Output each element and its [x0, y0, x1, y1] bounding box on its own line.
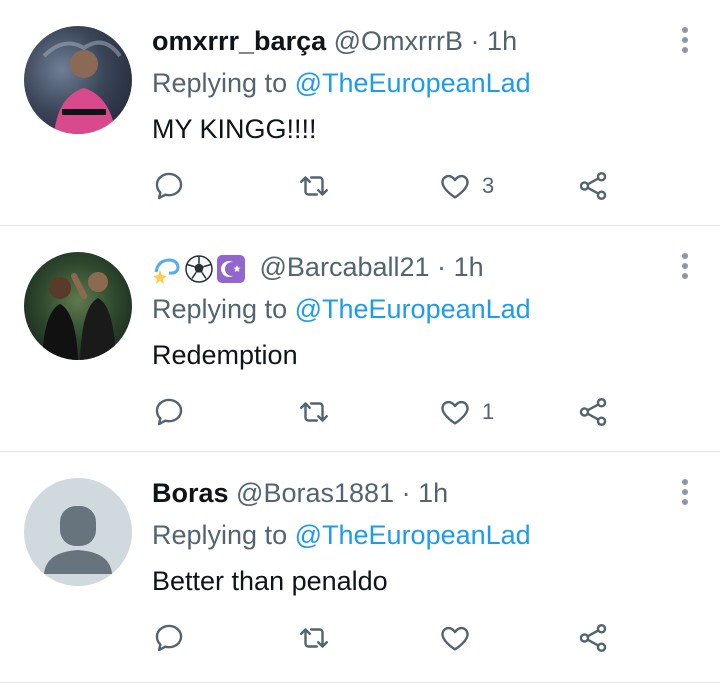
- retweet-icon: [300, 628, 328, 648]
- retweet-button[interactable]: [296, 166, 332, 206]
- replying-to-line: Replying to @TheEuropeanLad: [152, 518, 531, 552]
- reply-button[interactable]: [152, 166, 186, 206]
- reply-icon: [155, 398, 183, 426]
- separator-dot: ·: [437, 252, 447, 282]
- tweet[interactable]: @Barcaball21 · 1h Replying to @TheEurope…: [0, 226, 720, 452]
- tweet-text: Better than penaldo: [152, 566, 388, 596]
- default-profile-icon: [44, 506, 112, 574]
- mention-link[interactable]: @TheEuropeanLad: [295, 520, 531, 550]
- dizzy-emoji-icon: [153, 258, 180, 284]
- share-button[interactable]: [576, 392, 610, 432]
- retweet-button[interactable]: [296, 618, 332, 658]
- avatar[interactable]: [24, 26, 132, 134]
- retweet-icon: [300, 402, 328, 422]
- display-name[interactable]: omxrrr_barça: [152, 26, 326, 56]
- display-name[interactable]: Boras: [152, 478, 229, 508]
- like-button[interactable]: 1: [438, 392, 494, 432]
- more-options-icon[interactable]: [680, 26, 690, 54]
- mention-link[interactable]: @TheEuropeanLad: [295, 68, 531, 98]
- user-handle[interactable]: @OmxrrrB: [334, 26, 463, 56]
- heart-icon: [441, 626, 469, 651]
- user-handle[interactable]: @Barcaball21: [260, 252, 430, 282]
- action-bar: 1: [152, 392, 632, 432]
- player-photo-icon: [42, 40, 122, 134]
- like-count: 1: [482, 399, 495, 424]
- tweet[interactable]: omxrrr_barça @OmxrrrB · 1h Replying to @…: [0, 0, 720, 226]
- timestamp[interactable]: 1h: [454, 252, 484, 282]
- retweet-icon: [300, 176, 328, 196]
- tweet[interactable]: Boras @Boras1881 · 1h Replying to @TheEu…: [0, 452, 720, 683]
- user-handle[interactable]: @Boras1881: [236, 478, 394, 508]
- timestamp[interactable]: 1h: [418, 478, 448, 508]
- display-name[interactable]: [152, 254, 246, 284]
- like-button[interactable]: 3: [438, 166, 494, 206]
- replying-prefix: Replying to: [152, 520, 288, 550]
- tweet-header: Boras @Boras1881 · 1h: [152, 476, 448, 510]
- replying-to-line: Replying to @TheEuropeanLad: [152, 292, 531, 326]
- like-count: 3: [482, 173, 495, 198]
- reply-icon: [155, 624, 183, 652]
- separator-dot: ·: [401, 478, 411, 508]
- replying-to-line: Replying to @TheEuropeanLad: [152, 66, 531, 100]
- tweet-header: omxrrr_barça @OmxrrrB · 1h: [152, 24, 517, 58]
- reply-icon: [155, 172, 183, 200]
- separator-dot: ·: [470, 26, 480, 56]
- tweet-text: Redemption: [152, 340, 298, 370]
- tweet-header: @Barcaball21 · 1h: [152, 250, 484, 284]
- star-and-crescent-emoji-icon: [217, 254, 245, 283]
- avatar[interactable]: [24, 252, 132, 360]
- share-button[interactable]: [576, 618, 610, 658]
- more-options-icon[interactable]: [680, 478, 690, 506]
- action-bar: 3: [152, 166, 632, 206]
- action-bar: [152, 618, 632, 658]
- reply-button[interactable]: [152, 618, 186, 658]
- share-icon: [579, 398, 607, 426]
- players-photo-icon: [42, 272, 116, 360]
- retweet-button[interactable]: [296, 392, 332, 432]
- soccer-ball-emoji-icon: [185, 255, 213, 283]
- heart-icon: [441, 400, 469, 425]
- share-icon: [579, 624, 607, 652]
- replying-prefix: Replying to: [152, 68, 288, 98]
- more-options-icon[interactable]: [680, 252, 690, 280]
- heart-icon: [441, 174, 469, 199]
- mention-link[interactable]: @TheEuropeanLad: [295, 294, 531, 324]
- tweet-text: MY KINGG!!!!: [152, 114, 317, 144]
- like-button[interactable]: [438, 618, 482, 658]
- timestamp[interactable]: 1h: [487, 26, 517, 56]
- replying-prefix: Replying to: [152, 294, 288, 324]
- reply-button[interactable]: [152, 392, 186, 432]
- share-icon: [579, 172, 607, 200]
- share-button[interactable]: [576, 166, 610, 206]
- avatar[interactable]: [24, 478, 132, 586]
